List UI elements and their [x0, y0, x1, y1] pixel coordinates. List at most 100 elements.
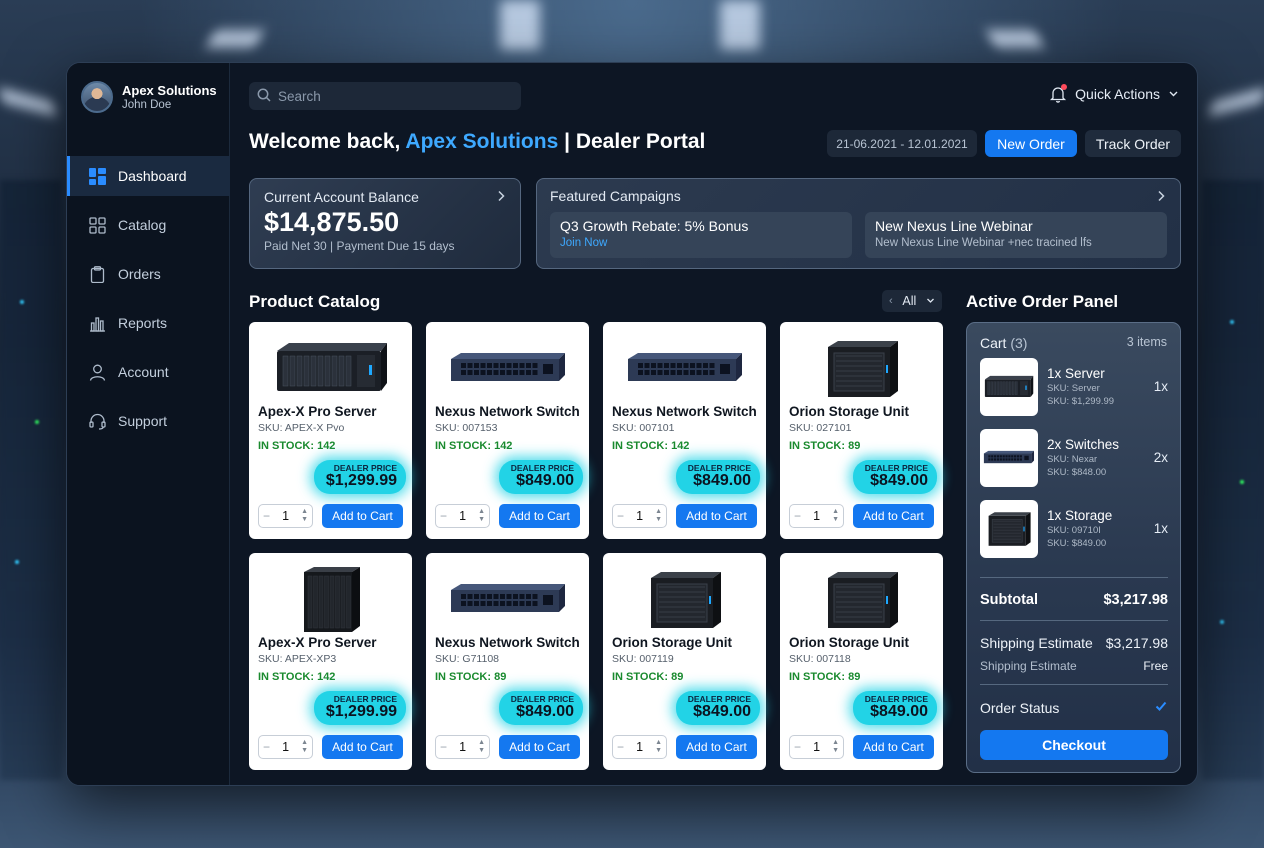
checkout-button[interactable]: Checkout: [980, 730, 1168, 760]
order-status-label: Order Status: [980, 699, 1060, 716]
stepper-arrows-icon[interactable]: ▲ ▼: [478, 739, 485, 755]
quantity-stepper[interactable]: − 1 ▲ ▼: [789, 735, 844, 759]
dealer-price-badge: DEALER PRICE $849.00: [498, 460, 583, 494]
quantity-stepper[interactable]: − 1 ▲ ▼: [789, 504, 844, 528]
stepper-arrows-icon[interactable]: ▲ ▼: [655, 739, 662, 755]
stepper-arrows-icon[interactable]: ▲ ▼: [301, 508, 308, 524]
new-order-button[interactable]: New Order: [985, 130, 1077, 157]
stepper-arrows-icon[interactable]: ▲ ▼: [655, 508, 662, 524]
add-to-cart-button[interactable]: Add to Cart: [322, 735, 403, 759]
sidebar-item-reports[interactable]: Reports: [67, 303, 230, 343]
quantity-value: 1: [282, 740, 290, 754]
user-name: John Doe: [122, 99, 172, 111]
campaign-item-rebate[interactable]: Q3 Growth Rebate: 5% Bonus Join Now: [550, 212, 852, 258]
add-to-cart-button[interactable]: Add to Cart: [853, 504, 934, 528]
product-name: Nexus Network Switch: [435, 635, 580, 650]
active-order-panel: Cart (3) 3 items 1x Server SKU: Server S…: [966, 322, 1181, 773]
minus-icon[interactable]: −: [440, 740, 447, 754]
product-stock: IN STOCK: 89: [612, 671, 684, 683]
company-name: Apex Solutions: [122, 83, 217, 98]
sidebar-item-dashboard[interactable]: Dashboard: [67, 156, 230, 196]
track-order-button[interactable]: Track Order: [1085, 130, 1181, 157]
product-card[interactable]: Orion Storage Unit SKU: 007119 IN STOCK:…: [603, 553, 766, 770]
quantity-value: 1: [636, 509, 644, 523]
add-to-cart-button[interactable]: Add to Cart: [499, 735, 580, 759]
product-image: [780, 334, 943, 404]
minus-icon[interactable]: −: [263, 509, 270, 523]
product-name: Apex-X Pro Server: [258, 404, 377, 419]
minus-icon[interactable]: −: [440, 509, 447, 523]
minus-icon[interactable]: −: [794, 740, 801, 754]
product-card[interactable]: Orion Storage Unit SKU: 007118 IN STOCK:…: [780, 553, 943, 770]
product-image: [603, 565, 766, 635]
stepper-arrows-icon[interactable]: ▲ ▼: [832, 739, 839, 755]
product-sku: SKU: 007101: [612, 422, 675, 434]
cart-header: Cart (3) 3 items: [980, 335, 1167, 351]
chevron-right-icon: [496, 189, 506, 206]
date-range-picker[interactable]: 21-06.2021 - 12.01.2021: [827, 130, 977, 157]
add-to-cart-button[interactable]: Add to Cart: [322, 504, 403, 528]
add-to-cart-button[interactable]: Add to Cart: [676, 504, 757, 528]
sidebar-item-label: Dashboard: [118, 168, 187, 184]
welcome-suffix: | Dealer Portal: [564, 130, 706, 153]
product-card[interactable]: Apex-X Pro Server SKU: APEX-X Pvo IN STO…: [249, 322, 412, 539]
sidebar-item-label: Support: [118, 413, 168, 429]
dealer-price-badge: DEALER PRICE $1,299.99: [313, 460, 406, 494]
sidebar-item-support[interactable]: Support: [67, 401, 230, 441]
catalog-filter-select[interactable]: ‹ All: [882, 290, 942, 312]
dealer-price-value: $849.00: [870, 703, 928, 720]
product-card[interactable]: Nexus Network Switch SKU: 007153 IN STOC…: [426, 322, 589, 539]
quantity-stepper[interactable]: − 1 ▲ ▼: [435, 735, 490, 759]
main-content: Search Quick Actions Welcome back, Apex …: [230, 63, 1197, 785]
sidebar-item-account[interactable]: Account: [67, 352, 230, 392]
minus-icon[interactable]: −: [794, 509, 801, 523]
add-to-cart-button[interactable]: Add to Cart: [853, 735, 934, 759]
cart-item[interactable]: 2x Switches SKU: Nexar SKU: $848.00 2x: [980, 429, 1168, 487]
cart-item[interactable]: 1x Server SKU: Server SKU: $1,299.99 1x: [980, 358, 1168, 416]
campaign-item-webinar[interactable]: New Nexus Line Webinar New Nexus Line We…: [865, 212, 1167, 258]
minus-icon[interactable]: −: [617, 509, 624, 523]
subtotal-row: Subtotal $3,217.98: [980, 592, 1168, 608]
sidebar-item-orders[interactable]: Orders: [67, 254, 230, 294]
product-card[interactable]: Nexus Network Switch SKU: 007101 IN STOC…: [603, 322, 766, 539]
dealer-price-badge: DEALER PRICE $849.00: [675, 691, 760, 725]
quantity-value: 1: [813, 509, 821, 523]
product-card[interactable]: Apex-X Pro Server SKU: APEX-XP3 IN STOCK…: [249, 553, 412, 770]
add-to-cart-button[interactable]: Add to Cart: [676, 735, 757, 759]
product-card[interactable]: Nexus Network Switch SKU: G71108 IN STOC…: [426, 553, 589, 770]
minus-icon[interactable]: −: [617, 740, 624, 754]
chevron-right-icon[interactable]: [1156, 189, 1166, 206]
cart-item-sku: SKU: Nexar: [1047, 454, 1098, 465]
search-input[interactable]: Search: [249, 82, 521, 110]
quantity-stepper[interactable]: − 1 ▲ ▼: [612, 504, 667, 528]
minus-icon[interactable]: −: [263, 740, 270, 754]
bell-icon[interactable]: [1049, 84, 1068, 103]
quantity-stepper[interactable]: − 1 ▲ ▼: [258, 735, 313, 759]
dealer-price-badge: DEALER PRICE $1,299.99: [313, 691, 406, 725]
product-stock: IN STOCK: 142: [612, 440, 690, 452]
quantity-stepper[interactable]: − 1 ▲ ▼: [258, 504, 313, 528]
add-to-cart-button[interactable]: Add to Cart: [499, 504, 580, 528]
quantity-value: 1: [282, 509, 290, 523]
account-balance-card[interactable]: Current Account Balance $14,875.50 Paid …: [249, 178, 521, 269]
stepper-arrows-icon[interactable]: ▲ ▼: [832, 508, 839, 524]
profile[interactable]: Apex Solutions John Doe: [81, 81, 217, 113]
cart-item-sku: SKU: Server: [1047, 383, 1100, 394]
order-panel-title: Active Order Panel: [966, 292, 1119, 311]
product-sku: SKU: APEX-X Pvo: [258, 422, 345, 434]
sidebar-item-catalog[interactable]: Catalog: [67, 205, 230, 245]
stepper-arrows-icon[interactable]: ▲ ▼: [478, 508, 485, 524]
cart-item-thumbnail: [980, 500, 1038, 558]
join-now-link[interactable]: Join Now: [560, 237, 842, 249]
quantity-stepper[interactable]: − 1 ▲ ▼: [612, 735, 667, 759]
cart-item-qty: 1x: [1153, 379, 1168, 394]
cart-item[interactable]: 1x Storage SKU: 09710I SKU: $849.00 1x: [980, 500, 1168, 558]
cart-item-sku: SKU: 09710I: [1047, 525, 1101, 536]
stepper-arrows-icon[interactable]: ▲ ▼: [301, 739, 308, 755]
product-sku: SKU: 007119: [612, 653, 674, 665]
quick-actions-menu[interactable]: Quick Actions: [1049, 84, 1179, 103]
quantity-stepper[interactable]: − 1 ▲ ▼: [435, 504, 490, 528]
product-card[interactable]: Orion Storage Unit SKU: 027101 IN STOCK:…: [780, 322, 943, 539]
cart-item-qty: 1x: [1153, 521, 1168, 536]
product-name: Nexus Network Switch: [435, 404, 580, 419]
